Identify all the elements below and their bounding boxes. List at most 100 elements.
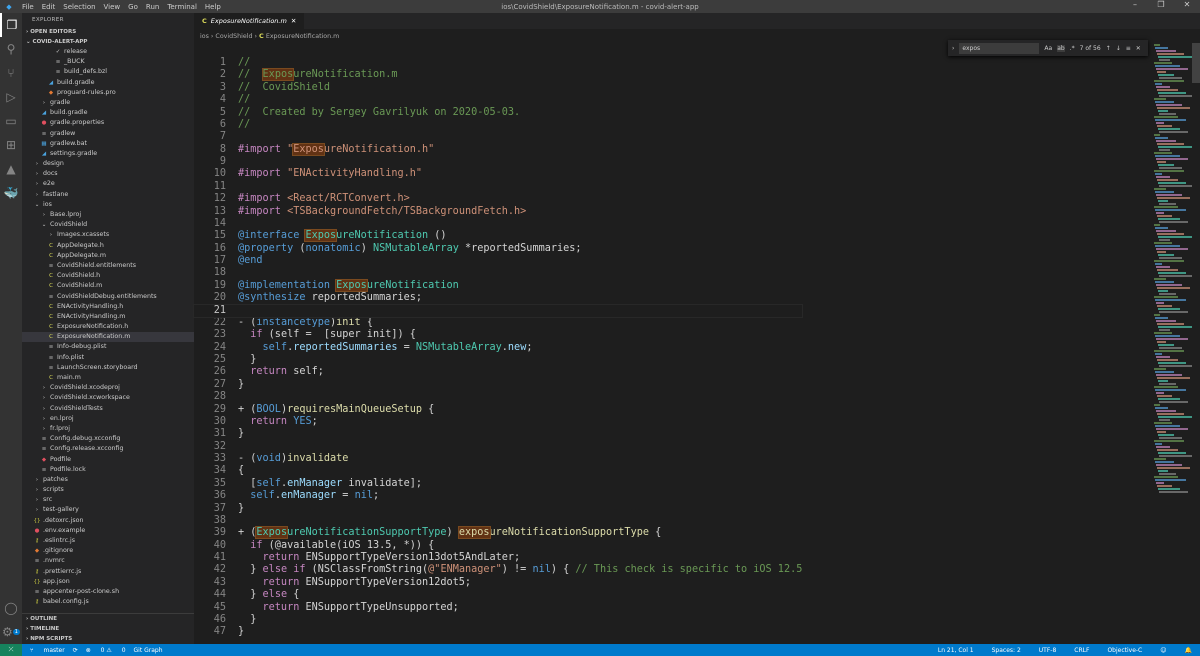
tree-file[interactable]: ✓ release — [22, 47, 194, 57]
project-root-section[interactable]: ⌄ COVID-ALERT-APP — [22, 37, 194, 47]
tree-folder[interactable]: › CovidShield.xcodeproj — [22, 383, 194, 393]
search-icon[interactable]: ⚲ — [0, 37, 22, 61]
tree-file[interactable]: C ENActivityHandling.h — [22, 302, 194, 312]
tree-file[interactable]: ≡ CovidShieldDebug.entitlements — [22, 292, 194, 302]
tree-file[interactable]: ● gradle.properties — [22, 118, 194, 128]
tree-folder[interactable]: › CovidShieldTests — [22, 404, 194, 414]
tree-folder[interactable]: › gradle — [22, 98, 194, 108]
menu-help[interactable]: Help — [205, 3, 221, 11]
cursor-position[interactable]: Ln 21, Col 1 — [938, 647, 974, 654]
whole-word-button[interactable]: ab — [1057, 44, 1065, 52]
sync-icon[interactable]: ⟳ — [73, 647, 78, 654]
tree-file[interactable]: C ENActivityHandling.m — [22, 312, 194, 322]
tree-file[interactable]: {} .detoxrc.json — [22, 516, 194, 526]
tree-file[interactable]: ≡ appcenter-post-clone.sh — [22, 587, 194, 597]
notifications-icon[interactable]: 🔔 — [1185, 647, 1192, 654]
encoding[interactable]: UTF-8 — [1039, 647, 1057, 654]
breadcrumb-file[interactable]: ExposureNotification.m — [266, 33, 339, 40]
tree-folder[interactable]: ⌄ ios — [22, 200, 194, 210]
git-graph-button[interactable]: Git Graph — [134, 647, 163, 654]
tree-folder[interactable]: › design — [22, 159, 194, 169]
branch-indicator[interactable]: ⑂ master — [30, 647, 65, 654]
tree-file[interactable]: Cmain.m — [22, 373, 194, 383]
menu-run[interactable]: Run — [146, 3, 159, 11]
tree-folder[interactable]: › Images.xcassets — [22, 230, 194, 240]
language-mode[interactable]: Objective-C — [1107, 647, 1142, 654]
tree-file[interactable]: ◢ build.gradle — [22, 108, 194, 118]
maximize-button[interactable]: ❐ — [1148, 0, 1174, 9]
feedback-icon[interactable]: ☺ — [1160, 647, 1166, 654]
settings-gear-icon[interactable]: ⚙ 1 — [0, 620, 22, 644]
tree-file[interactable]: ◢ settings.gradle — [22, 149, 194, 159]
match-case-button[interactable]: Aa — [1044, 45, 1052, 52]
tree-folder[interactable]: › CovidShield.xcworkspace — [22, 393, 194, 403]
tree-file[interactable]: C ExposureNotification.h — [22, 322, 194, 332]
tree-file[interactable]: ● .env.example — [22, 526, 194, 536]
tree-file[interactable]: C CovidShield.h — [22, 271, 194, 281]
tree-file[interactable]: ≡ build_defs.bzl — [22, 67, 194, 77]
tree-file[interactable]: ▦ gradlew.bat — [22, 139, 194, 149]
timeline-section[interactable]: › TIMELINE — [22, 624, 194, 634]
tree-file[interactable]: ◢ build.gradle — [22, 78, 194, 88]
tree-file[interactable]: ⚷ babel.config.js — [22, 597, 194, 607]
menu-file[interactable]: File — [22, 3, 34, 11]
tree-file[interactable]: ◆ proguard-rules.pro — [22, 88, 194, 98]
outline-section[interactable]: › OUTLINE — [22, 614, 194, 624]
tree-file[interactable]: C CovidShield.m — [22, 281, 194, 291]
tree-file[interactable]: ⚷ .prettierrc.js — [22, 567, 194, 577]
editor-scrollbar[interactable] — [1192, 43, 1200, 643]
minimap[interactable] — [1154, 43, 1194, 643]
azure-icon[interactable]: ▲ — [0, 157, 22, 181]
source-control-icon[interactable]: ⑂ — [0, 61, 22, 85]
remote-icon[interactable]: ⤫ — [0, 644, 22, 656]
breadcrumb-covidshield[interactable]: CovidShield — [215, 33, 252, 40]
tab-exposure-notification[interactable]: C ExposureNotification.m ✕ — [194, 13, 305, 29]
tree-folder[interactable]: › Base.lproj — [22, 210, 194, 220]
minimize-button[interactable]: – — [1122, 0, 1148, 9]
remote-explorer-icon[interactable]: ▭ — [0, 109, 22, 133]
tree-file[interactable]: ≡ Config.debug.xcconfig — [22, 434, 194, 444]
problems-indicator[interactable]: ⊗ 0 ⚠ 0 — [86, 647, 126, 654]
tree-file[interactable]: ◆ Podfile — [22, 455, 194, 465]
close-find-icon[interactable]: ✕ — [1136, 45, 1141, 52]
tree-file[interactable]: C AppDelegate.h — [22, 241, 194, 251]
toggle-replace-icon[interactable]: › — [952, 45, 954, 52]
tree-file[interactable]: ≡ .nvmrc — [22, 556, 194, 566]
tree-file[interactable]: C ExposureNotification.m — [22, 332, 194, 343]
tree-folder[interactable]: › fr.lproj — [22, 424, 194, 434]
breadcrumb-ios[interactable]: ios — [200, 33, 209, 40]
menu-edit[interactable]: Edit — [42, 3, 56, 11]
tree-folder[interactable]: › scripts — [22, 485, 194, 495]
menu-view[interactable]: View — [104, 3, 121, 11]
tree-file[interactable]: ≡ _BUCK — [22, 57, 194, 67]
run-debug-icon[interactable]: ▷ — [0, 85, 22, 109]
tree-file[interactable]: C AppDelegate.m — [22, 251, 194, 261]
tree-file[interactable]: ≡ Info.plist — [22, 353, 194, 363]
tree-folder[interactable]: › patches — [22, 475, 194, 485]
line-ending[interactable]: CRLF — [1074, 647, 1089, 654]
tree-file[interactable]: ≡ gradlew — [22, 129, 194, 139]
tree-file[interactable]: {} app.json — [22, 577, 194, 587]
find-in-selection-icon[interactable]: ≡ — [1126, 45, 1131, 52]
code-view[interactable]: 1//2// ExposureNotification.m 3// CovidSh… — [192, 57, 804, 639]
close-tab-icon[interactable]: ✕ — [291, 17, 296, 25]
previous-match-icon[interactable]: ↑ — [1106, 45, 1111, 52]
extensions-icon[interactable]: ⊞ — [0, 133, 22, 157]
docker-icon[interactable]: 🐳 — [0, 181, 22, 205]
menu-selection[interactable]: Selection — [63, 3, 95, 11]
menu-go[interactable]: Go — [128, 3, 138, 11]
tree-folder[interactable]: › en.lproj — [22, 414, 194, 424]
tree-file[interactable]: ≡ Podfile.lock — [22, 465, 194, 475]
tree-folder[interactable]: › docs — [22, 169, 194, 179]
tree-file[interactable]: ≡ LaunchScreen.storyboard — [22, 363, 194, 373]
find-input[interactable]: expos — [959, 42, 1040, 54]
tree-file[interactable]: ≡ CovidShield.entitlements — [22, 261, 194, 271]
tree-folder[interactable]: › fastlane — [22, 190, 194, 200]
close-button[interactable]: ✕ — [1174, 0, 1200, 9]
regex-button[interactable]: .* — [1070, 45, 1075, 52]
next-match-icon[interactable]: ↓ — [1116, 45, 1121, 52]
tree-file[interactable]: ≡ Config.release.xcconfig — [22, 444, 194, 454]
tree-file[interactable]: ≡ Info-debug.plist — [22, 342, 194, 352]
indentation[interactable]: Spaces: 2 — [992, 647, 1021, 654]
explorer-icon[interactable]: ❐ — [0, 13, 22, 37]
